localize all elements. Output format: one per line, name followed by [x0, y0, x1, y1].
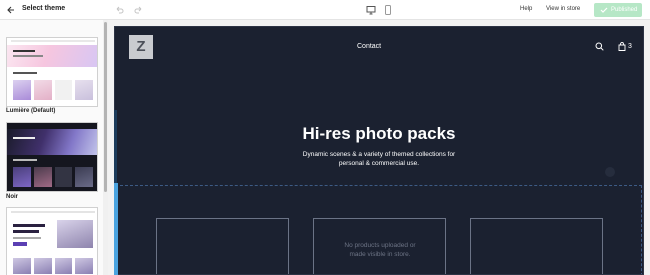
- top-bar: Select theme Help View in store Publishe…: [0, 0, 650, 20]
- product-card-placeholder: [470, 218, 603, 274]
- mobile-icon[interactable]: [384, 5, 392, 15]
- section-selection-outline[interactable]: [641, 185, 642, 274]
- section-selection-outline[interactable]: [120, 185, 642, 186]
- search-icon[interactable]: [595, 42, 604, 51]
- thumbnail-card: [75, 167, 93, 187]
- hero-title: Hi-res photo packs: [302, 124, 456, 143]
- thumbnail-cards: [13, 80, 93, 100]
- thumbnail-text: [13, 224, 45, 227]
- theme-thumbnail-course[interactable]: [6, 207, 98, 275]
- thumbnail-card: [13, 167, 31, 187]
- theme-name: Noir: [6, 194, 18, 200]
- thumbnail-card: [13, 80, 31, 100]
- undo-icon[interactable]: [114, 5, 124, 15]
- thumbnail-card: [33, 258, 52, 274]
- thumbnail-text: [13, 230, 39, 233]
- decorative-dot: [605, 167, 615, 177]
- thumbnail-text: [13, 55, 43, 57]
- thumbnail-button: [13, 242, 27, 246]
- hero-subtitle: Dynamic scenes & a variety of themed col…: [302, 151, 456, 167]
- thumbnail-cards: [13, 258, 93, 274]
- check-icon: [600, 7, 608, 13]
- selected-section-indicator: [114, 183, 118, 275]
- nav-contact-link[interactable]: Contact: [357, 43, 381, 50]
- theme-name: Lumière (Default): [6, 108, 56, 114]
- help-link[interactable]: Help: [520, 6, 532, 12]
- store-preview: Z Contact 3 Hi-res photo packs Dynamic s…: [114, 26, 644, 275]
- thumbnail-nav: [11, 40, 95, 42]
- thumbnail-card: [54, 80, 73, 100]
- thumbnail-card: [75, 258, 93, 274]
- thumbnail-card: [33, 80, 52, 100]
- product-card-placeholder: [156, 218, 289, 274]
- store-logo[interactable]: Z: [129, 35, 153, 59]
- thumbnail-card: [54, 167, 73, 187]
- desktop-icon[interactable]: [366, 5, 376, 15]
- theme-thumbnail-noir[interactable]: [6, 122, 98, 192]
- thumbnail-text: [13, 137, 35, 139]
- thumbnail-hero: [7, 129, 97, 155]
- thumbnail-card: [33, 167, 52, 187]
- published-button[interactable]: Published: [594, 3, 642, 17]
- cart-count: 3: [628, 43, 632, 50]
- thumbnail-nav: [11, 211, 95, 213]
- view-in-store-link[interactable]: View in store: [546, 6, 580, 12]
- thumbnail-text: [13, 237, 41, 239]
- back-arrow-icon[interactable]: [6, 5, 16, 15]
- thumbnail-section-title: [13, 72, 37, 74]
- section-indicator: [114, 110, 117, 183]
- thumbnail-card: [54, 258, 73, 274]
- redo-icon[interactable]: [134, 5, 144, 15]
- thumbnail-image: [57, 220, 93, 248]
- published-label: Published: [611, 7, 638, 13]
- thumbnail-section-title: [13, 159, 37, 161]
- sidebar-scrollbar-thumb[interactable]: [104, 22, 107, 192]
- thumbnail-card: [13, 258, 31, 274]
- empty-products-message: No products uploaded or made visible in …: [344, 242, 416, 258]
- page-title: Select theme: [22, 5, 66, 12]
- thumbnail-card: [75, 80, 93, 100]
- thumbnail-text: [13, 50, 35, 52]
- thumbnail-cards: [13, 167, 93, 187]
- theme-thumbnail-lumiere[interactable]: [6, 37, 98, 107]
- cart-icon[interactable]: [618, 42, 626, 51]
